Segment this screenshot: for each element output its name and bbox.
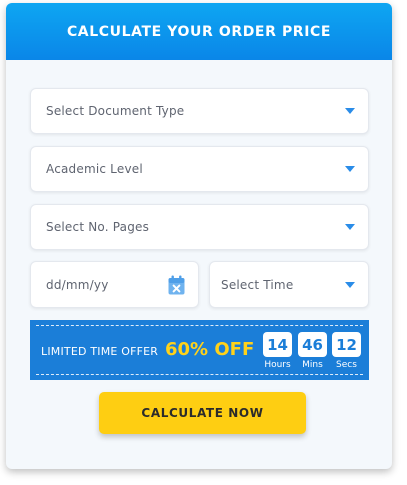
- countdown-seconds-value: 12: [332, 332, 361, 357]
- countdown-minutes: 46 Mins: [298, 332, 327, 370]
- pages-placeholder: Select No. Pages: [46, 220, 150, 234]
- countdown-hours-caption: Hours: [264, 360, 291, 370]
- time-select[interactable]: Select Time: [209, 261, 369, 308]
- date-input[interactable]: dd/mm/yy: [30, 261, 199, 308]
- calculator-header: CALCULATE YOUR ORDER PRICE: [6, 3, 392, 60]
- calculator-title: CALCULATE YOUR ORDER PRICE: [66, 23, 332, 40]
- chevron-down-icon: [345, 281, 355, 288]
- chevron-down-icon: [345, 166, 355, 172]
- date-placeholder: dd/mm/yy: [46, 277, 109, 292]
- calculate-now-label: CALCULATE NOW: [141, 406, 264, 420]
- offer-discount: 60% OFF: [165, 339, 255, 360]
- pages-select[interactable]: Select No. Pages: [30, 204, 369, 250]
- academic-level-select[interactable]: Academic Level: [30, 146, 369, 192]
- limited-offer-banner: LIMITED TIME OFFER 60% OFF 14 Hours 46 M…: [30, 320, 369, 380]
- countdown-hours-value: 14: [263, 332, 292, 357]
- offer-label: LIMITED TIME OFFER: [41, 345, 159, 358]
- countdown-seconds-caption: Secs: [336, 360, 357, 370]
- academic-level-placeholder: Academic Level: [46, 162, 143, 176]
- banner-dashed-border-top: [36, 325, 363, 326]
- order-calculator-card: CALCULATE YOUR ORDER PRICE Select Docume…: [6, 3, 392, 469]
- countdown-hours: 14 Hours: [263, 332, 292, 370]
- chevron-down-icon: [345, 108, 355, 114]
- countdown-minutes-value: 46: [298, 332, 327, 357]
- countdown-minutes-caption: Mins: [302, 360, 323, 370]
- document-type-select[interactable]: Select Document Type: [30, 88, 369, 134]
- countdown-seconds: 12 Secs: [332, 332, 361, 370]
- banner-dashed-border-bottom: [36, 374, 363, 375]
- chevron-down-icon: [345, 224, 355, 230]
- calculate-now-button[interactable]: CALCULATE NOW: [99, 392, 306, 434]
- time-placeholder: Select Time: [221, 277, 294, 292]
- calendar-icon[interactable]: [168, 275, 185, 295]
- document-type-placeholder: Select Document Type: [46, 104, 185, 118]
